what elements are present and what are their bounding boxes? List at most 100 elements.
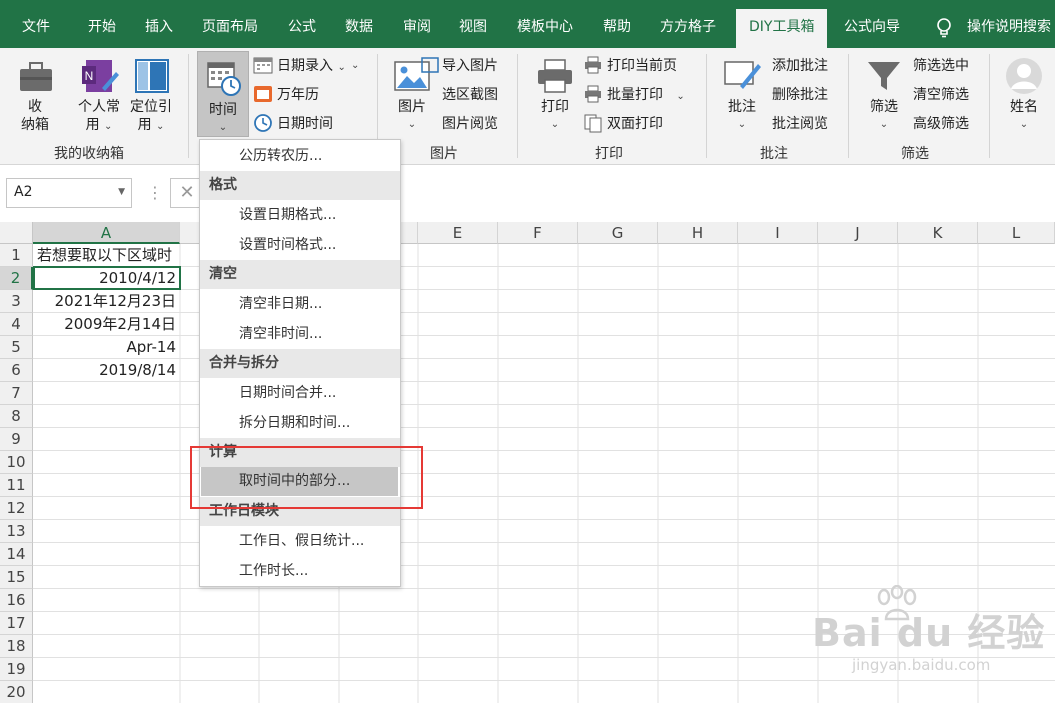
row-header-1[interactable]: 1 [0, 244, 33, 267]
column-header-j[interactable]: J [818, 222, 898, 244]
picture-browse-button[interactable]: 图片阅览 [442, 115, 498, 133]
menu-section-clear: 清空 [200, 260, 400, 289]
cell-a6[interactable]: 2019/8/14 [33, 359, 180, 382]
row-header-20[interactable]: 20 [0, 681, 33, 703]
calendar-clock-icon [207, 62, 241, 96]
group-separator [848, 54, 849, 158]
tab-formula-wizard[interactable]: 公式向导 [844, 9, 900, 48]
menu-item-set-date-format[interactable]: 设置日期格式... [200, 201, 400, 230]
group-label-filter: 筛选 [901, 146, 929, 162]
tab-file[interactable]: 文件 [22, 9, 50, 48]
baidu-watermark: Bai du 经验 [812, 611, 1046, 655]
chevron-down-icon[interactable]: ⌄ [351, 57, 359, 75]
tell-me-search[interactable]: 操作说明搜索 [967, 9, 1051, 48]
row-header-9[interactable]: 9 [0, 428, 33, 451]
tab-page-layout[interactable]: 页面布局 [202, 9, 258, 48]
row-header-15[interactable]: 15 [0, 566, 33, 589]
menu-item-lunar-convert[interactable]: 公历转农历... [200, 142, 400, 171]
duplex-print-button[interactable]: 双面打印 [607, 115, 663, 133]
lightbulb-icon [937, 18, 951, 38]
row-header-13[interactable]: 13 [0, 520, 33, 543]
tab-home[interactable]: 开始 [88, 9, 116, 48]
tab-review[interactable]: 审阅 [403, 9, 431, 48]
column-header-i[interactable]: I [738, 222, 818, 244]
svg-text:N: N [85, 69, 94, 83]
menu-item-merge-datetime[interactable]: 日期时间合并... [200, 379, 400, 408]
tab-insert[interactable]: 插入 [145, 9, 173, 48]
select-all-corner[interactable] [0, 222, 33, 244]
row-header-19[interactable]: 19 [0, 658, 33, 681]
cell-a5[interactable]: Apr-14 [33, 336, 180, 359]
cell-a3[interactable]: 2021年12月23日 [33, 290, 180, 313]
row-header-11[interactable]: 11 [0, 474, 33, 497]
row-header-2[interactable]: 2 [0, 267, 33, 290]
batch-print-button[interactable]: 批量打印 ⌄ [607, 86, 685, 106]
row-header-10[interactable]: 10 [0, 451, 33, 474]
group-label-note: 批注 [760, 146, 788, 162]
column-header-g[interactable]: G [578, 222, 658, 244]
menu-item-clear-non-time[interactable]: 清空非时间... [200, 320, 400, 349]
personal-favorites-button[interactable]: 个人常用 ⌄ [74, 98, 124, 136]
delete-note-button[interactable]: 删除批注 [772, 86, 828, 104]
column-header-l[interactable]: L [978, 222, 1055, 244]
tab-formulas[interactable]: 公式 [288, 9, 316, 48]
row-header-12[interactable]: 12 [0, 497, 33, 520]
note-browse-button[interactable]: 批注阅览 [772, 115, 828, 133]
row-header-6[interactable]: 6 [0, 359, 33, 382]
tab-data[interactable]: 数据 [345, 9, 373, 48]
ribbon: 收纳箱 N 个人常用 ⌄ 定位引用 ⌄ 我的收纳箱 时间 ⌄ 日期录入 ⌄ 万年… [0, 48, 1055, 165]
select-screenshot-button[interactable]: 选区截图 [442, 86, 498, 104]
row-header-16[interactable]: 16 [0, 589, 33, 612]
print-button[interactable]: 打印 ⌄ [535, 98, 575, 134]
name-box-value: A2 [14, 184, 33, 200]
perpetual-calendar-button[interactable]: 万年历 [277, 86, 319, 104]
tab-fangfang[interactable]: 方方格子 [660, 9, 716, 48]
clock-icon [254, 114, 272, 132]
tab-view[interactable]: 视图 [459, 9, 487, 48]
annotation-button[interactable]: 批注 ⌄ [722, 98, 762, 134]
name-box[interactable]: A2 ▼ [6, 178, 132, 208]
column-header-k[interactable]: K [898, 222, 978, 244]
column-header-f[interactable]: F [498, 222, 578, 244]
formula-bar-grip-icon: ⋮ [147, 183, 163, 202]
datetime-button[interactable]: 日期时间 [277, 115, 333, 133]
cell-a4[interactable]: 2009年2月14日 [33, 313, 180, 336]
menu-item-split-datetime[interactable]: 拆分日期和时间... [200, 409, 400, 438]
tab-diy-toolbox[interactable]: DIY工具箱 [736, 9, 828, 48]
row-header-4[interactable]: 4 [0, 313, 33, 336]
briefcase-icon [20, 62, 52, 91]
filter-selected-button[interactable]: 筛选选中 [913, 57, 969, 75]
group-separator [706, 54, 707, 158]
print-current-page-button[interactable]: 打印当前页 [607, 57, 677, 75]
menu-item-clear-non-date[interactable]: 清空非日期... [200, 290, 400, 319]
person-avatar-icon [1006, 58, 1042, 94]
row-header-14[interactable]: 14 [0, 543, 33, 566]
advanced-filter-button[interactable]: 高级筛选 [913, 115, 969, 133]
column-header-h[interactable]: H [658, 222, 738, 244]
storage-box-button[interactable]: 收纳箱 [20, 98, 50, 134]
name-button[interactable]: 姓名 ⌄ [1004, 98, 1044, 134]
column-header-a[interactable]: A [33, 222, 180, 244]
locate-reference-button[interactable]: 定位引用 ⌄ [126, 98, 176, 136]
picture-button[interactable]: 图片 ⌄ [392, 98, 432, 134]
row-header-3[interactable]: 3 [0, 290, 33, 313]
date-entry-button[interactable]: 日期录入 ⌄ [277, 57, 346, 77]
menu-item-workday-stats[interactable]: 工作日、假日统计... [200, 527, 400, 556]
import-picture-button[interactable]: 导入图片 [442, 57, 498, 75]
row-header-18[interactable]: 18 [0, 635, 33, 658]
add-note-button[interactable]: 添加批注 [772, 57, 828, 75]
row-header-5[interactable]: 5 [0, 336, 33, 359]
clear-filter-button[interactable]: 清空筛选 [913, 86, 969, 104]
row-header-17[interactable]: 17 [0, 612, 33, 635]
time-button[interactable]: 时间 ⌄ [197, 51, 249, 137]
batch-print-icon [585, 85, 601, 103]
tab-help[interactable]: 帮助 [603, 9, 631, 48]
column-header-e[interactable]: E [418, 222, 498, 244]
row-header-8[interactable]: 8 [0, 405, 33, 428]
menu-item-work-hours[interactable]: 工作时长... [200, 557, 400, 586]
tab-template-center[interactable]: 模板中心 [517, 9, 573, 48]
chevron-down-icon[interactable]: ▼ [118, 187, 125, 197]
row-header-7[interactable]: 7 [0, 382, 33, 405]
filter-button[interactable]: 筛选 ⌄ [864, 98, 904, 134]
menu-item-set-time-format[interactable]: 设置时间格式... [200, 231, 400, 260]
